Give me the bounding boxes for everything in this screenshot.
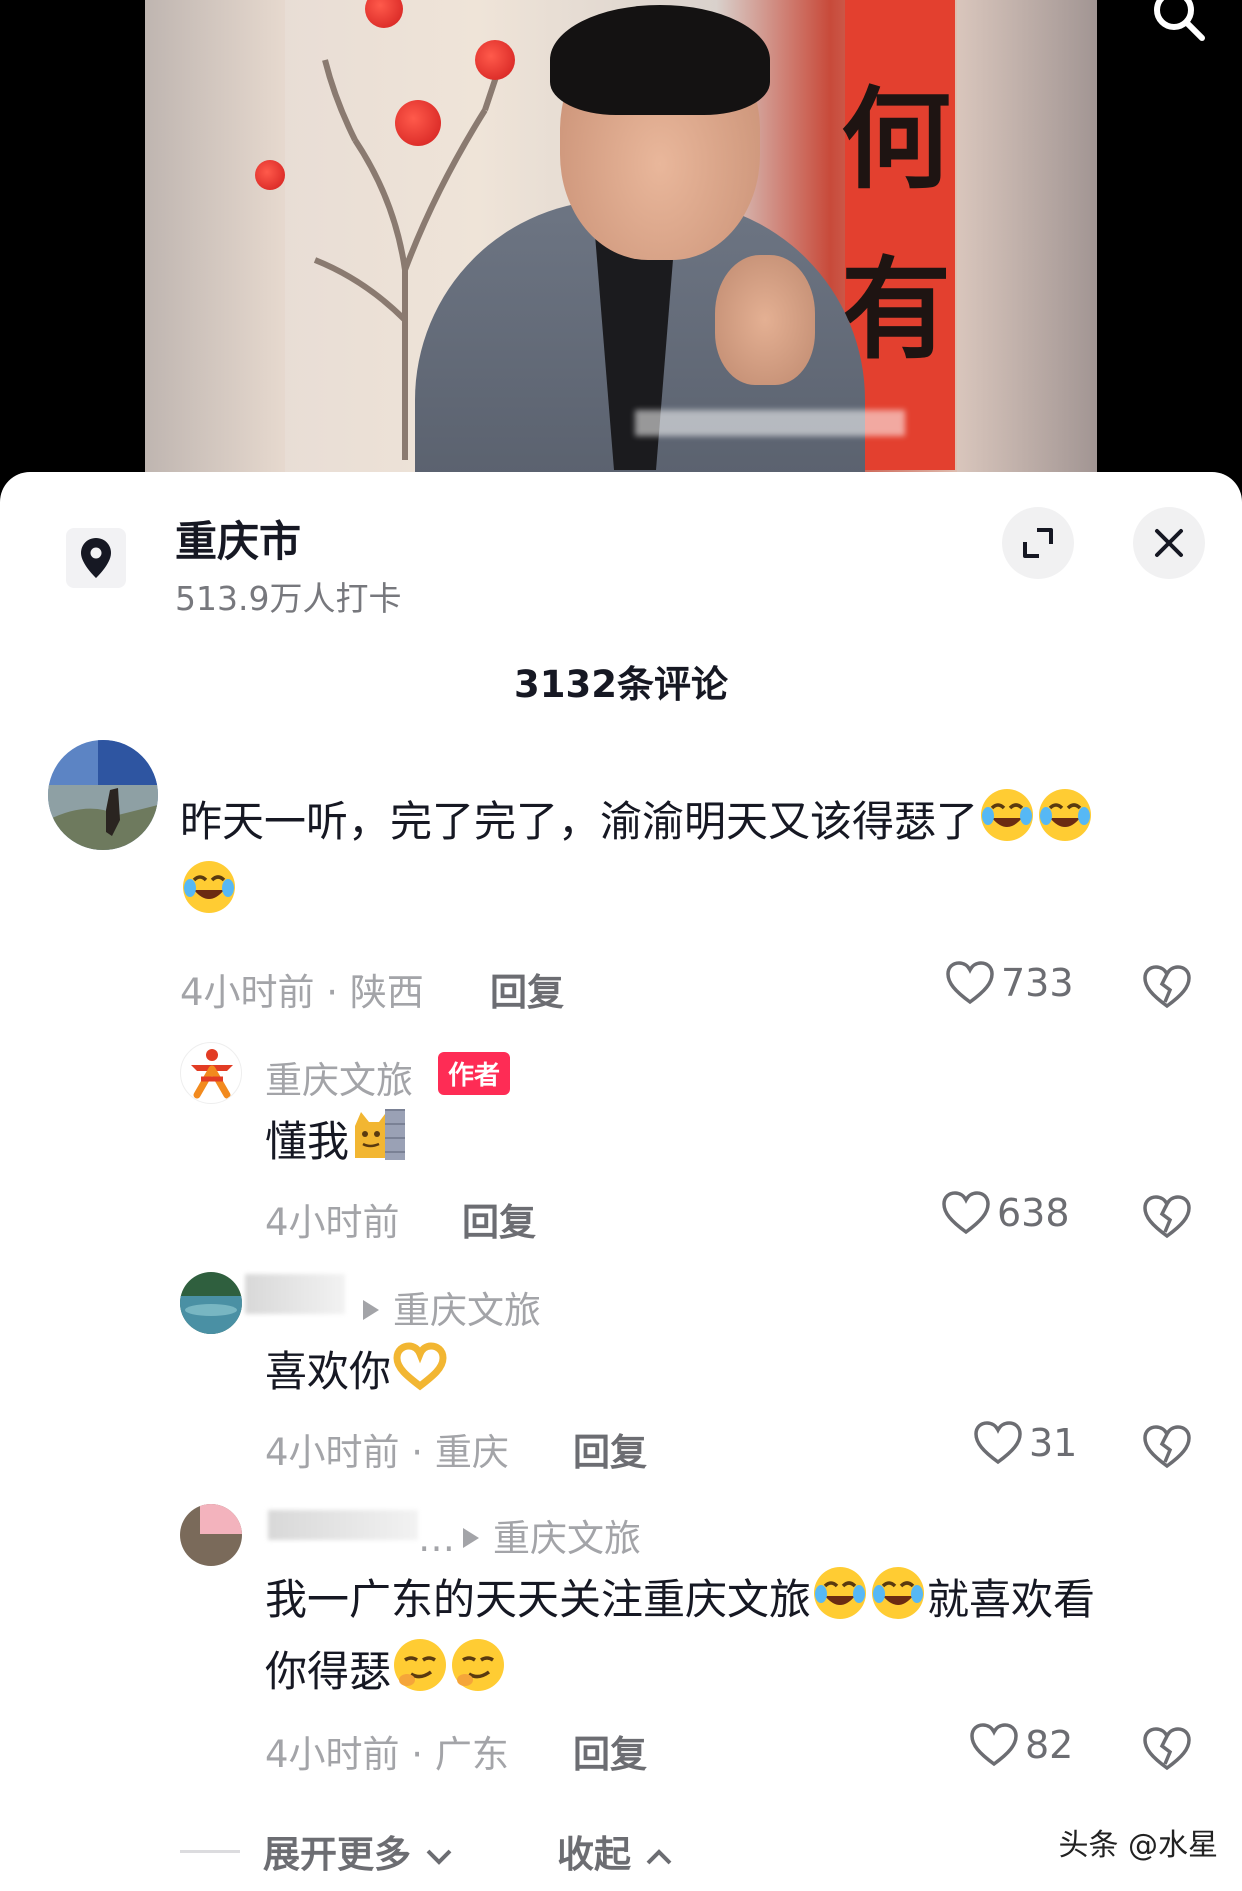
lantern [475,40,515,80]
comment-text-line: 昨天一听，完了完了，渝渝明天又该得瑟了 [180,797,979,846]
comment-meta: 4小时前 · 陕西 [180,971,424,1014]
reply-to-name: 重庆文旅 [393,1289,541,1332]
expand-icon [1023,528,1053,558]
person-hand [715,255,815,385]
avatar[interactable] [180,1272,242,1334]
reply-button[interactable]: 回复 [490,962,564,1016]
blurred-caption [635,410,905,436]
peeking-cat-emoji [355,1109,406,1160]
like-count: 733 [1001,961,1074,1005]
comment-text: 懂我 [265,1106,407,1178]
laughing-crying-emoji [872,1567,925,1619]
comment-text-line: 你得瑟 [265,1647,392,1696]
location-checkins: 513.9万人打卡 [175,579,402,618]
dislike-icon[interactable] [1142,964,1192,1010]
collapse-button[interactable]: 收起 [557,1824,674,1878]
comments-count: 3132条评论 [514,663,728,706]
reply-to-name: 重庆文旅 [493,1517,641,1560]
lantern [395,100,441,146]
dislike-icon[interactable] [1142,1726,1192,1772]
avatar[interactable] [180,1042,242,1104]
lantern [255,160,285,190]
reply-arrow-icon [363,1300,379,1320]
banner-char: 何 [841,75,951,204]
smirk-emoji [452,1639,505,1691]
comment-text-line: 喜欢你 [265,1347,392,1396]
avatar[interactable] [180,1504,242,1566]
video-player[interactable]: 何 有 [0,0,1242,500]
blurred-username [245,1274,345,1314]
expand-more-label: 展开更多 [263,1833,411,1876]
comment-sheet: 重庆市 513.9万人打卡 3132条评论 昨天一听，完了完了，渝渝明天又该得瑟… [0,472,1242,1891]
expand-more-button[interactable]: 展开更多 [263,1824,454,1878]
like-button[interactable]: 638 [941,1190,1070,1236]
comment-meta: 4小时前 [265,1201,400,1244]
reply-button[interactable]: 回复 [462,1192,536,1246]
reply-to-target[interactable]: 重庆文旅 [355,1280,541,1334]
comment-text: 我一广东的天天关注重庆文旅 就喜欢看你得瑟 [265,1564,1195,1708]
reply-arrow-icon [463,1528,479,1548]
watermark: 头条 @水星 [1058,1828,1218,1863]
like-count: 31 [1029,1421,1078,1465]
like-count: 82 [1025,1723,1074,1767]
location-title[interactable]: 重庆市 [175,508,301,569]
laughing-crying-emoji [1039,789,1092,841]
heart-icon [946,961,994,1005]
laughing-crying-emoji [981,789,1034,841]
reply-button[interactable]: 回复 [573,1724,647,1778]
video-blur-left [145,0,285,475]
expand-button[interactable] [1002,507,1074,579]
comment-text: 喜欢你 [265,1336,449,1408]
close-button[interactable] [1133,507,1205,579]
divider [180,1850,240,1853]
reply-to-target[interactable]: … 重庆文旅 [418,1508,641,1562]
comment-meta: 4小时前 · 重庆 [265,1431,509,1474]
heart-icon [942,1191,990,1235]
close-icon [1155,529,1183,557]
reply-button[interactable]: 回复 [573,1422,647,1476]
laughing-crying-emoji [814,1567,867,1619]
video-blur-right [957,0,1097,475]
like-button[interactable]: 733 [945,960,1074,1006]
chevron-down-icon [426,1849,452,1865]
author-badge: 作者 [438,1052,511,1095]
dislike-icon[interactable] [1142,1194,1192,1240]
video-frame: 何 有 [145,0,1097,475]
comment-meta: 4小时前 · 广东 [265,1733,509,1776]
heart-icon [974,1421,1022,1465]
collapse-label: 收起 [557,1833,631,1876]
truncated-username: … [418,1517,455,1560]
location-icon-box[interactable] [66,528,126,588]
comment-text: 昨天一听，完了完了，渝渝明天又该得瑟了 [180,786,1190,930]
heart-hands-emoji [393,1342,447,1391]
smirk-emoji [394,1639,447,1691]
like-count: 638 [997,1191,1070,1235]
comment-text-line: 就喜欢看 [927,1575,1096,1624]
blurred-username [268,1510,418,1540]
location-pin-icon [81,538,111,578]
avatar[interactable] [48,740,158,850]
heart-icon [970,1723,1018,1767]
laughing-crying-emoji [183,861,235,913]
like-button[interactable]: 31 [973,1420,1077,1466]
dislike-icon[interactable] [1142,1424,1192,1470]
search-icon[interactable] [1150,0,1208,44]
person-hair [550,5,770,115]
comment-text-line: 我一广东的天天关注重庆文旅 [265,1575,812,1624]
author-name[interactable]: 重庆文旅 [265,1050,413,1104]
chevron-up-icon [646,1849,672,1865]
like-button[interactable]: 82 [969,1722,1073,1768]
comment-text-line: 懂我 [265,1117,350,1166]
